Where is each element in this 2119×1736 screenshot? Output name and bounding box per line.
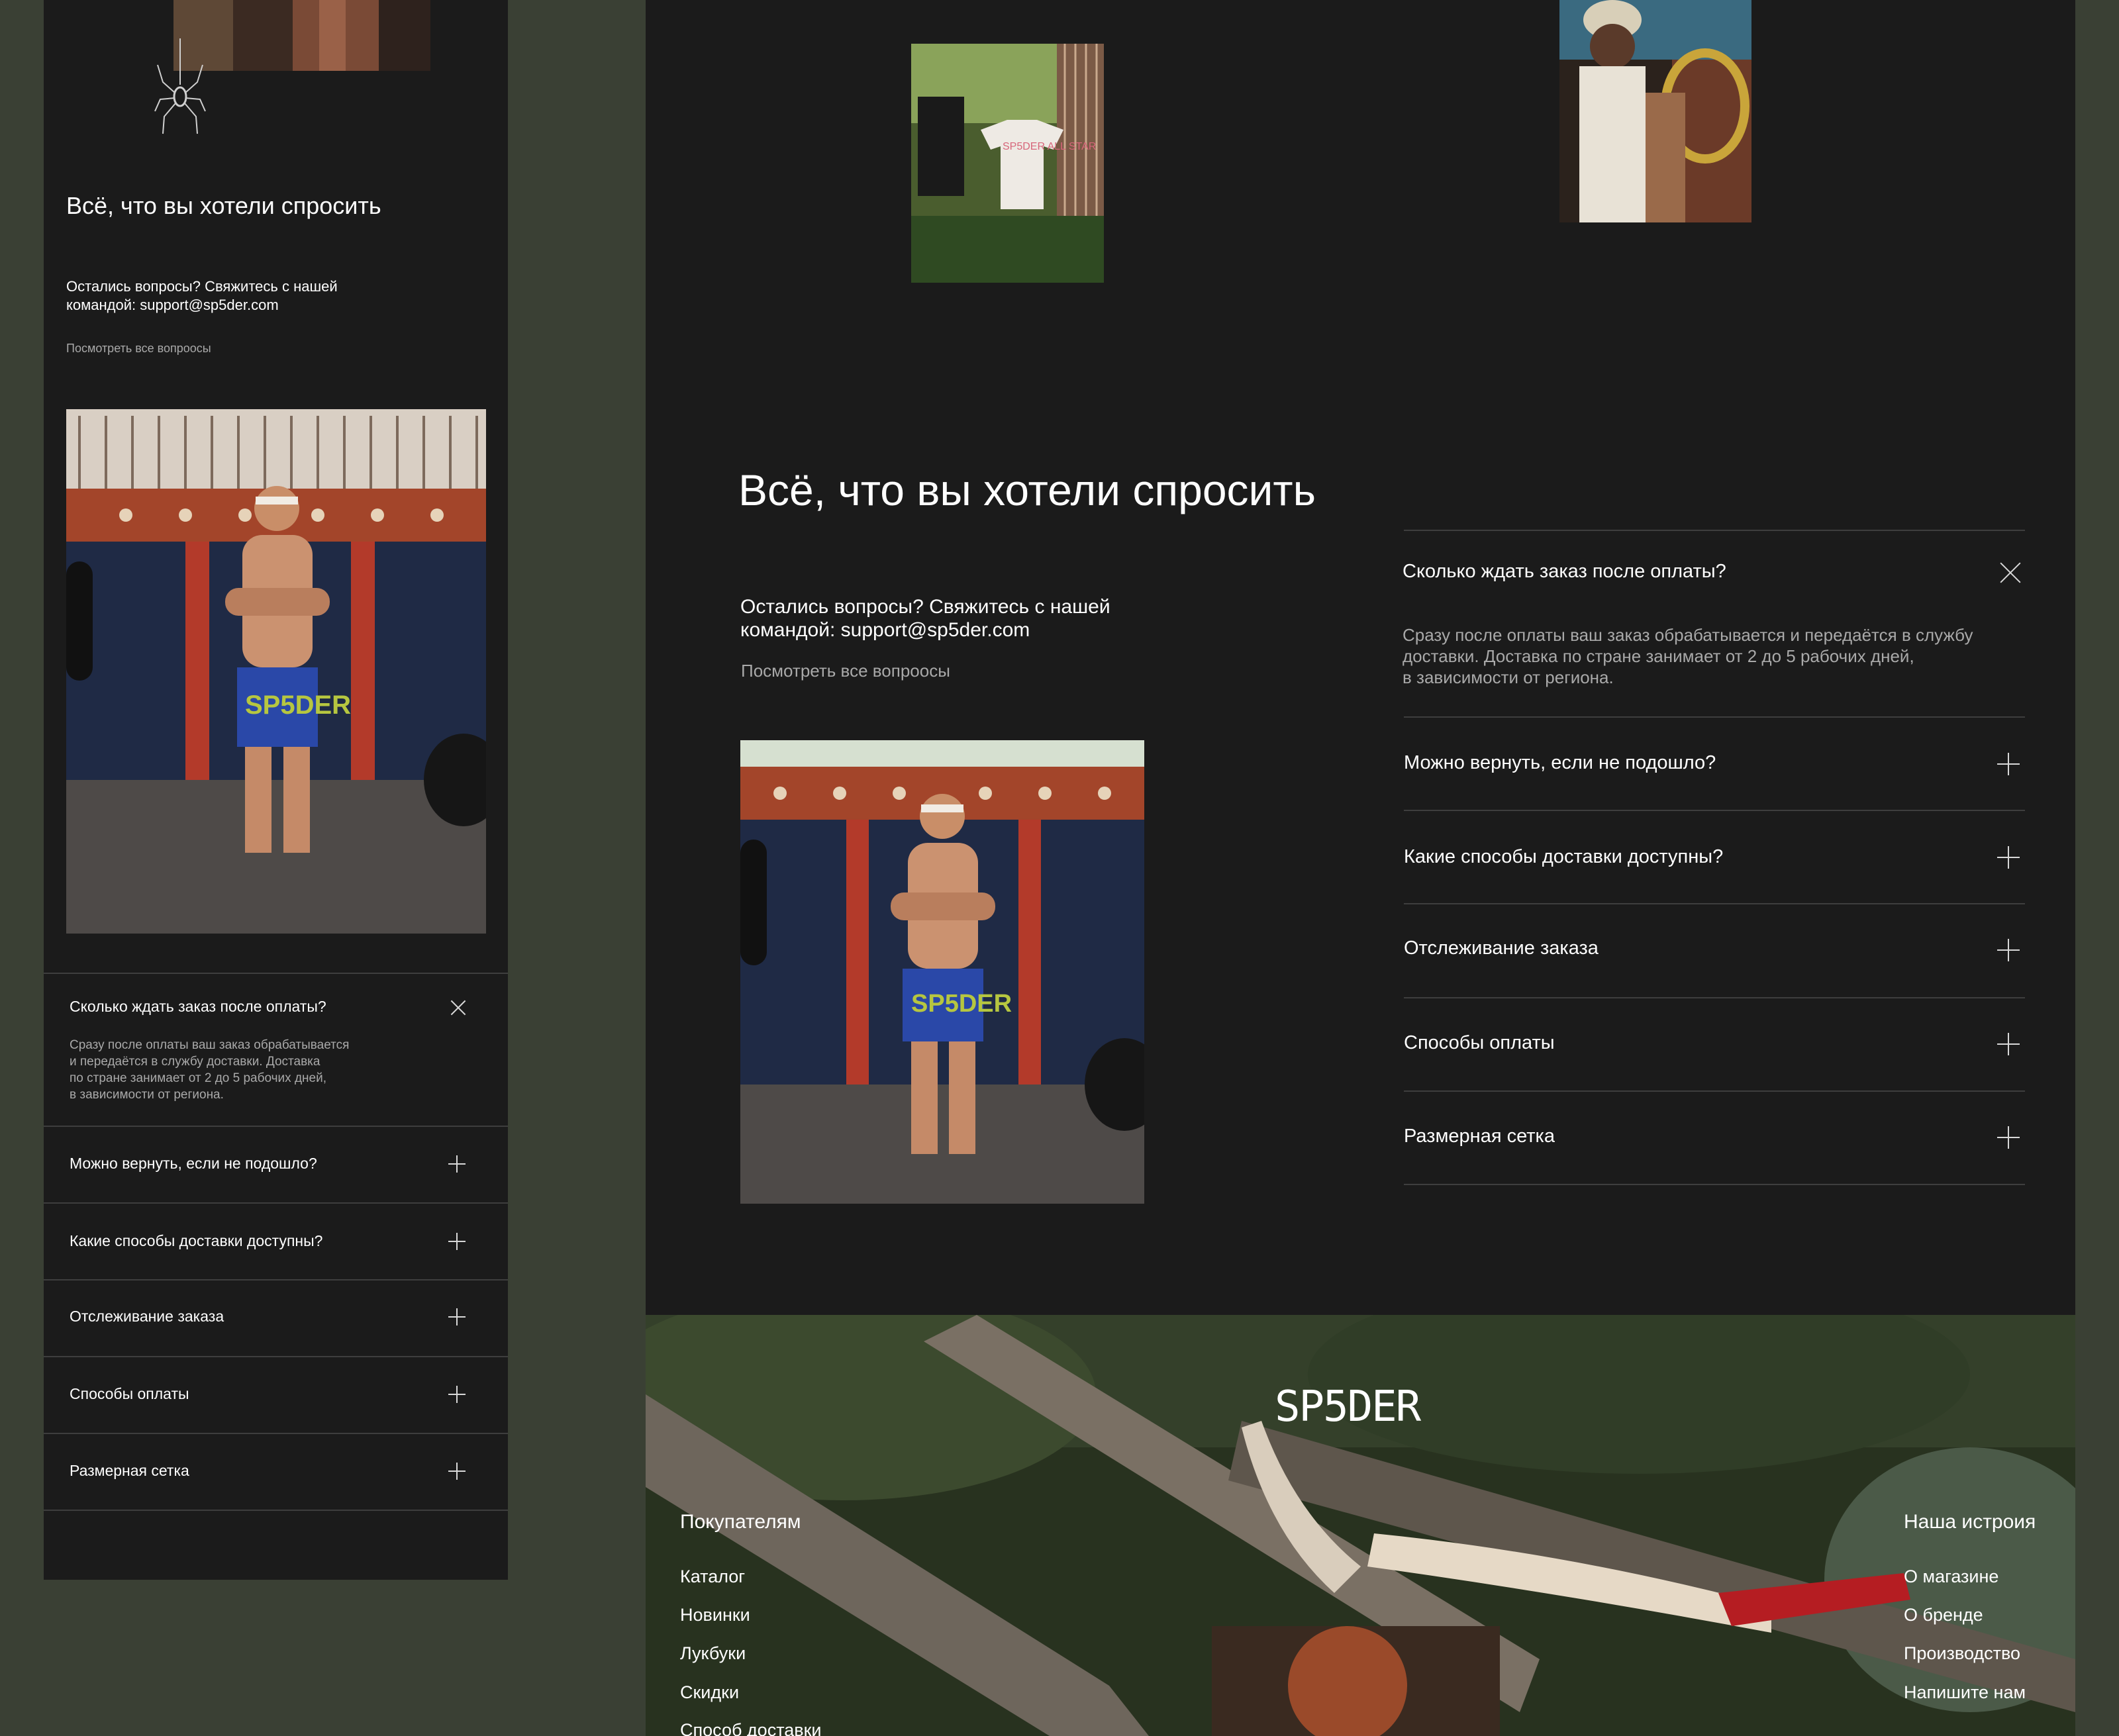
mobile-faq-answer-1-line4: в зависимости от региона. [70, 1088, 224, 1102]
desktop-faq-question-6[interactable]: Размерная сетка [1404, 1126, 1555, 1147]
desktop-faq-question-2[interactable]: Можно вернуть, если не подошло? [1404, 752, 1716, 774]
desktop-panel: SP5DER ALL STAR Всё, что вы хотели спрос… [646, 0, 2075, 1315]
footer-col-left-heading: Покупателям [680, 1511, 801, 1533]
footer: SP5DER Покупателям Каталог Новинки Лукбу… [646, 1315, 2075, 1736]
mobile-contact-line1: Остались вопросы? Свяжитесь с нашей [66, 278, 338, 295]
shirt-photo: SP5DER ALL STAR [911, 44, 1104, 283]
mobile-faq-divider [44, 1356, 508, 1357]
mobile-faq-divider [44, 1279, 508, 1280]
mobile-faq-divider [44, 1126, 508, 1127]
mobile-faq-question-3[interactable]: Какие способы доставки доступны? [70, 1232, 322, 1250]
desktop-faq-divider [1404, 1090, 2025, 1092]
footer-link[interactable]: О бренде [1904, 1605, 1983, 1625]
plus-icon[interactable] [448, 1233, 466, 1250]
mobile-faq-divider [44, 1433, 508, 1434]
mobile-faq-question-6[interactable]: Размерная сетка [70, 1462, 189, 1480]
plus-icon[interactable] [1997, 846, 2020, 869]
mobile-faq-divider [44, 1510, 508, 1511]
mobile-panel: Всё, что вы хотели спросить Остались воп… [44, 0, 508, 1580]
mobile-contact-line2: командой: support@sp5der.com [66, 297, 279, 313]
svg-text:SP5DER: SP5DER [911, 990, 1012, 1018]
mobile-faq-question-5[interactable]: Способы оплаты [70, 1385, 189, 1403]
footer-link[interactable]: Новинки [680, 1605, 750, 1625]
mobile-faq-divider [44, 973, 508, 974]
desktop-faq-divider [1404, 903, 2025, 904]
footer-link[interactable]: Каталог [680, 1567, 745, 1587]
plus-icon[interactable] [448, 1463, 466, 1480]
desktop-view-all-link[interactable]: Посмотреть все вопроосы [741, 661, 950, 681]
plus-icon[interactable] [448, 1155, 466, 1173]
close-icon[interactable] [450, 1000, 466, 1016]
desktop-top-photo [1559, 0, 1751, 222]
desktop-faq-divider [1404, 716, 2025, 718]
plus-icon[interactable] [1997, 1033, 2020, 1055]
plus-icon[interactable] [1997, 1126, 2020, 1149]
footer-background-photo [646, 1315, 2075, 1736]
footer-link[interactable]: О магазине [1904, 1567, 1998, 1587]
mobile-boxer-photo: SP5DER [66, 409, 486, 934]
desktop-faq-question-5[interactable]: Способы оплаты [1404, 1032, 1555, 1054]
plus-icon[interactable] [1997, 753, 2020, 775]
desktop-faq-answer-1-line2: доставки. Доставка по стране занимает от… [1403, 646, 1914, 666]
mobile-faq-divider [44, 1202, 508, 1204]
desktop-faq-divider [1404, 1184, 2025, 1185]
mobile-faq-answer-1-line3: по стране занимает от 2 до 5 рабочих дне… [70, 1071, 326, 1085]
spider-icon [154, 38, 206, 134]
footer-link[interactable]: Напишите нам [1904, 1682, 2026, 1703]
svg-text:SP5DER: SP5DER [245, 691, 351, 720]
footer-link[interactable]: Скидки [680, 1682, 739, 1703]
close-icon[interactable] [1999, 561, 2022, 584]
mobile-top-photo [173, 0, 430, 71]
desktop-faq-question-4[interactable]: Отслеживание заказа [1404, 938, 1599, 959]
mobile-faq-question-2[interactable]: Можно вернуть, если не подошло? [70, 1155, 317, 1173]
desktop-faq-divider [1404, 530, 2025, 531]
plus-icon[interactable] [1997, 939, 2020, 961]
mobile-faq-answer-1-line1: Сразу после оплаты ваш заказ обрабатывае… [70, 1038, 350, 1052]
mobile-view-all-link[interactable]: Посмотреть все вопроосы [66, 342, 211, 356]
mobile-faq-question-4[interactable]: Отслеживание заказа [70, 1308, 224, 1326]
plus-icon[interactable] [448, 1308, 466, 1326]
desktop-boxer-photo: SP5DER [740, 740, 1144, 1204]
footer-link[interactable]: Способ доставки [680, 1720, 822, 1736]
mobile-faq-answer-1-line2: и передаётся в службу доставки. Доставка [70, 1055, 320, 1069]
desktop-faq-question-1[interactable]: Сколько ждать заказ после оплаты? [1403, 561, 1726, 583]
footer-col-right-heading: Наша истроия [1904, 1511, 2036, 1533]
plus-icon[interactable] [448, 1386, 466, 1403]
footer-link[interactable]: Лукбуки [680, 1643, 746, 1664]
desktop-faq-question-3[interactable]: Какие способы доставки доступны? [1404, 846, 1723, 868]
desktop-faq-divider [1404, 997, 2025, 998]
mobile-faq-title: Всё, что вы хотели спросить [66, 192, 381, 219]
footer-logo[interactable]: SP5DER [1275, 1382, 1421, 1431]
desktop-faq-title: Всё, что вы хотели спросить [738, 465, 1316, 514]
desktop-contact-line1: Остались вопросы? Свяжитесь с нашей [740, 596, 1110, 618]
mobile-faq-question-1[interactable]: Сколько ждать заказ после оплаты? [70, 998, 326, 1016]
svg-text:SP5DER ALL STAR: SP5DER ALL STAR [1003, 141, 1096, 152]
desktop-contact-line2: командой: support@sp5der.com [740, 619, 1030, 641]
desktop-faq-divider [1404, 810, 2025, 811]
desktop-faq-answer-1-line1: Сразу после оплаты ваш заказ обрабатывае… [1403, 625, 1973, 645]
footer-link[interactable]: Производство [1904, 1643, 2020, 1664]
desktop-faq-answer-1-line3: в зависимости от региона. [1403, 667, 1614, 687]
